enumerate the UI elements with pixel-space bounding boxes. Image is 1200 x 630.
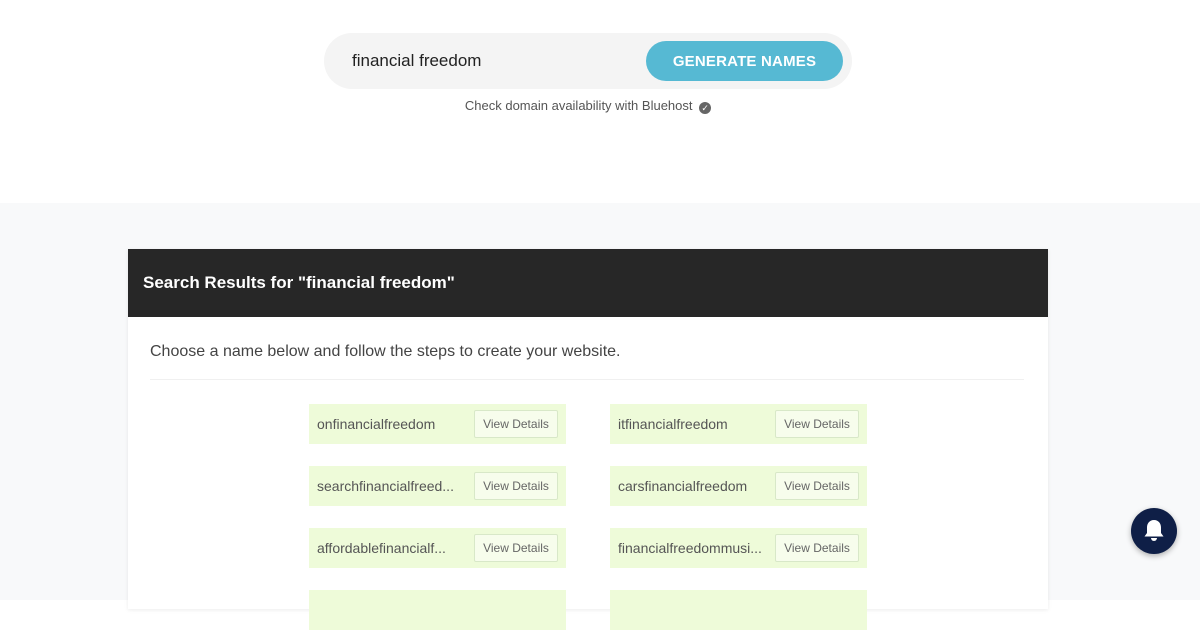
result-name: affordablefinancialf... [317,540,446,556]
search-bar: GENERATE NAMES [324,33,852,89]
search-section: GENERATE NAMES Check domain availability… [0,0,1200,203]
results-card: Search Results for "financial freedom" C… [128,249,1048,630]
result-item: affordablefinancialf... View Details [309,528,566,568]
generate-names-button[interactable]: GENERATE NAMES [646,41,843,81]
result-item-partial [610,590,867,630]
results-header: Search Results for "financial freedom" [128,249,1048,317]
bell-icon [1144,520,1164,541]
result-name: financialfreedommusi... [618,540,762,556]
search-input[interactable] [352,47,642,75]
view-details-button[interactable]: View Details [775,410,859,438]
divider [150,379,1024,380]
check-circle-icon: ✓ [699,102,712,114]
result-name: onfinancialfreedom [317,416,436,432]
notification-bell-button[interactable] [1131,508,1177,554]
view-details-button[interactable]: View Details [775,534,859,562]
view-details-button[interactable]: View Details [474,472,558,500]
result-item: carsfinancialfreedom View Details [610,466,867,506]
result-item: financialfreedommusi... View Details [610,528,867,568]
result-item: itfinancialfreedom View Details [610,404,867,444]
view-details-button[interactable]: View Details [474,410,558,438]
result-item: onfinancialfreedom View Details [309,404,566,444]
result-item: searchfinancialfreed... View Details [309,466,566,506]
availability-note-text: Check domain availability with Bluehost [464,98,693,113]
view-details-button[interactable]: View Details [474,534,558,562]
view-details-button[interactable]: View Details [775,472,859,500]
result-item-partial [309,590,566,630]
availability-note: Check domain availability with Bluehost … [0,98,1176,114]
result-name: itfinancialfreedom [618,416,728,432]
result-name: carsfinancialfreedom [618,478,748,494]
result-name: searchfinancialfreed... [317,478,454,494]
results-intro: Choose a name below and follow the steps… [150,343,621,360]
